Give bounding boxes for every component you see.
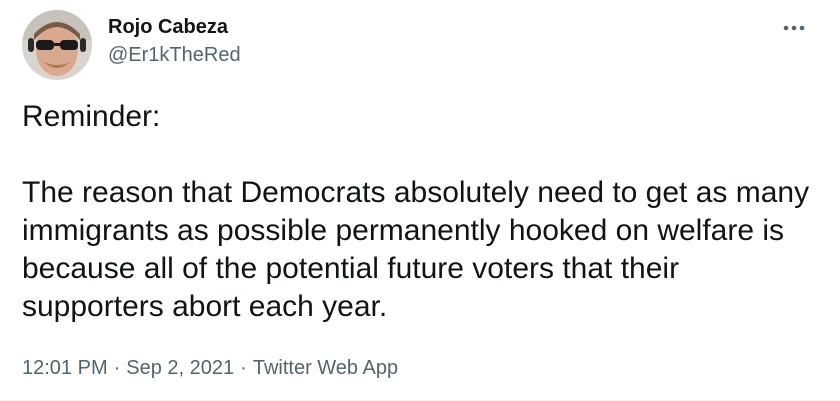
tweet-text-line: The reason that Democrats absolutely nee… — [22, 176, 810, 323]
tweet-source[interactable]: Twitter Web App — [253, 357, 398, 379]
meta-separator: · — [240, 357, 247, 379]
tweet-date: Sep 2, 2021 — [126, 357, 235, 379]
tweet-card: Rojo Cabeza @Er1kTheRed Reminder: The re… — [0, 0, 840, 401]
author-display-name[interactable]: Rojo Cabeza — [108, 14, 241, 40]
avatar[interactable] — [22, 10, 92, 80]
meta-separator: · — [113, 357, 121, 379]
tweet-text: Reminder: The reason that Democrats abso… — [22, 98, 822, 326]
more-horizontal-icon — [783, 25, 805, 31]
author-handle[interactable]: @Er1kTheRed — [108, 42, 241, 68]
author-block: Rojo Cabeza @Er1kTheRed — [108, 14, 241, 68]
tweet-metadata: 12:01 PM · Sep 2, 2021 · Twitter Web App — [22, 355, 398, 381]
avatar-icon — [22, 10, 92, 80]
tweet-timestamp[interactable]: 12:01 PM · Sep 2, 2021 — [22, 357, 234, 379]
tweet-time: 12:01 PM — [22, 357, 108, 379]
tweet-text-line: Reminder: — [22, 100, 161, 133]
more-options-button[interactable] — [772, 10, 816, 46]
